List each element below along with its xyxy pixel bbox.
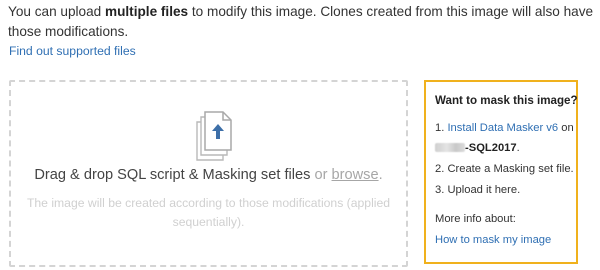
dropzone-instruction: Drag & drop SQL script & Masking set fil… [34,167,311,183]
file-dropzone[interactable]: Drag & drop SQL script & Masking set fil… [9,80,408,267]
mask-step-1-suffix: on [558,122,574,134]
dropzone-or: or [310,167,332,183]
intro-text-before: You can upload [8,4,106,19]
mask-image-panel: Want to mask this image? 1. Install Data… [424,80,578,264]
browse-link[interactable]: browse [332,167,379,183]
server-name: -SQL2017. [435,142,520,154]
how-to-mask-row: How to mask my image [435,234,551,246]
mask-step-1-prefix: 1. [435,122,448,134]
server-name-suffix: -SQL2017 [465,142,517,154]
dropzone-subtext-value: The image will be created according to t… [26,196,391,229]
server-name-period: . [516,142,520,154]
dropzone-period: . [378,167,383,183]
more-info-label: More info about: [435,213,516,225]
mask-step-2: 2. Create a Masking set file. [435,163,574,175]
redacted-server-prefix [435,143,465,152]
dropzone-main-text: Drag & drop SQL script & Masking set fil… [11,167,406,183]
install-data-masker-link[interactable]: Install Data Masker v6 [447,122,558,134]
intro-text-bold: multiple files [105,4,189,19]
intro-text: You can upload multiple files to modify … [8,2,598,42]
mask-panel-title: Want to mask this image? [435,94,578,107]
mask-step-1: 1. Install Data Masker v6 on [435,122,574,134]
how-to-mask-link[interactable]: How to mask my image [435,234,551,246]
mask-step-3: 3. Upload it here. [435,184,521,196]
supported-files-link[interactable]: Find out supported files [9,44,136,58]
dropzone-subtext: The image will be created according to t… [11,194,406,232]
